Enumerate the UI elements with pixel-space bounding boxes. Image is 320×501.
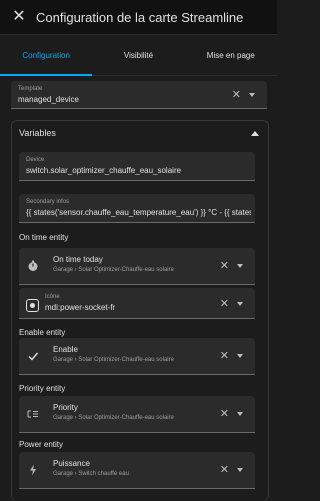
enable-entity-heading: Enable entity [19,328,66,337]
tab-visibility[interactable]: Visibilité [92,35,184,75]
dialog-header: ✕ Configuration de la carte Streamline [0,0,277,35]
device-field[interactable]: Device switch.solar_optimizer_chauffe_ea… [19,152,255,181]
power-socket-icon [26,299,39,312]
chevron-down-icon[interactable] [237,354,243,358]
tab-configuration[interactable]: Configuration [0,35,93,76]
template-select[interactable]: Template managed_device ✕ [11,81,267,109]
icon-value: mdi:power-socket-fr [45,303,116,312]
priority-entity-path: Garage › Solar Optimizer-Chauffe-eau sol… [53,415,174,421]
clear-icon[interactable]: ✕ [220,463,229,476]
enable-entity-name: Enable [53,345,78,354]
bolt-icon [26,463,40,477]
secondary-infos-field[interactable]: Secondary infos {{ states('sensor.chauff… [19,194,255,223]
power-entity-picker[interactable]: Puissance Garage › Switch chauffe eau ✕ [19,452,255,489]
secondary-infos-label: Secondary infos [26,199,70,205]
clear-icon[interactable]: ✕ [220,407,229,420]
variables-title: Variables [19,128,56,138]
clear-icon[interactable]: ✕ [220,259,229,272]
enable-entity-path: Garage › Solar Optimizer-Chauffe-eau sol… [53,357,174,363]
priority-icon [26,407,40,421]
chevron-up-icon[interactable] [251,131,259,136]
template-value: managed_device [18,95,79,104]
clear-icon[interactable]: ✕ [220,297,229,310]
on-time-entity-name: On time today [53,255,103,264]
power-entity-heading: Power entity [19,440,64,449]
chevron-down-icon[interactable] [237,264,243,268]
dialog-title: Configuration de la carte Streamline [36,9,244,25]
power-entity-path: Garage › Switch chauffe eau [53,471,129,477]
priority-entity-name: Priority [53,403,78,412]
priority-entity-picker[interactable]: Priority Garage › Solar Optimizer-Chauff… [19,396,255,433]
on-time-entity-heading: On time entity [19,233,69,242]
chevron-down-icon[interactable] [249,93,255,97]
secondary-infos-value: {{ states('sensor.chauffe_eau_temperatur… [26,208,251,217]
power-entity-name: Puissance [53,459,90,468]
chevron-down-icon[interactable] [237,468,243,472]
icon-picker[interactable]: Icône mdi:power-socket-fr ✕ [19,288,255,319]
timer-icon [26,259,40,273]
on-time-entity-picker[interactable]: On time today Garage › Solar Optimizer-C… [19,248,255,285]
clear-icon[interactable]: ✕ [220,349,229,362]
chevron-down-icon[interactable] [237,302,243,306]
priority-entity-heading: Priority entity [19,384,66,393]
icon-label: Icône [45,294,60,300]
device-label: Device [26,157,45,163]
close-icon[interactable]: ✕ [4,2,34,32]
tab-layout[interactable]: Mise en page [185,35,277,75]
check-icon [26,349,40,363]
template-label: Template [18,86,43,92]
chevron-down-icon[interactable] [237,412,243,416]
on-time-entity-path: Garage › Solar Optimizer-Chauffe-eau sol… [53,267,174,273]
tab-bar: Configuration Visibilité Mise en page [0,35,277,76]
enable-entity-picker[interactable]: Enable Garage › Solar Optimizer-Chauffe-… [19,338,255,375]
device-value: switch.solar_optimizer_chauffe_eau_solai… [26,166,182,175]
clear-icon[interactable]: ✕ [232,88,241,101]
